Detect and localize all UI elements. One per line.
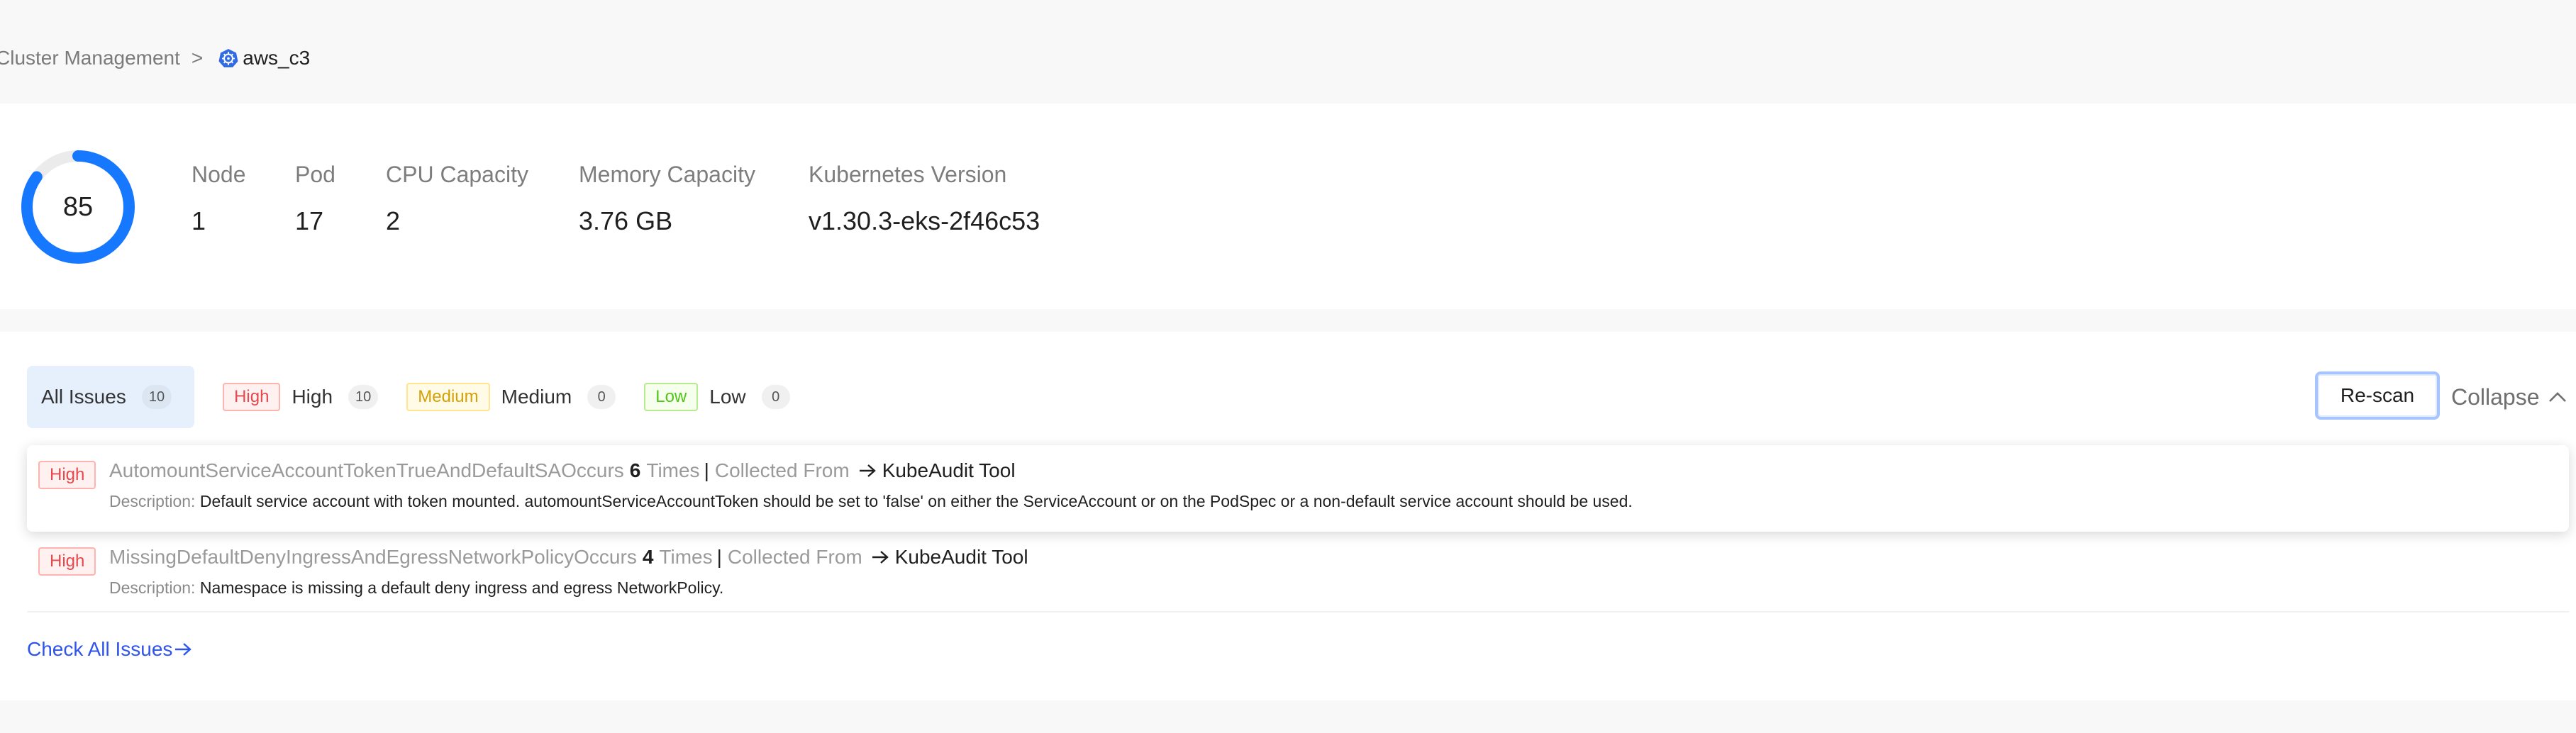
stat-value: v1.30.3-eks-2f46c53 [809,206,1040,235]
tab-medium[interactable]: Medium Medium 0 [406,383,616,411]
tab-label: All Issues [41,386,126,408]
issue-summary: MissingDefaultDenyIngressAndEgressNetwor… [109,546,1028,569]
issue-times-label: Times [659,546,713,568]
arrow-right-icon [175,643,192,656]
arrow-right-icon [872,551,889,564]
count-badge: 0 [761,385,790,409]
divider: | [716,546,722,568]
issue-name: MissingDefaultDenyIngressAndEgressNetwor… [109,546,574,568]
collector-tool-name: KubeAudit Tool [882,459,1016,481]
breadcrumb: Cluster Management > aws_c3 [0,43,310,74]
score-value: 85 [62,191,94,222]
collector-tool-name: KubeAudit Tool [894,546,1028,568]
severity-tag-high: High [38,461,96,489]
breadcrumb-parent[interactable]: Cluster Management [0,47,180,69]
severity-tag-low: Low [644,383,699,411]
stat-value: 1 [191,206,206,235]
check-all-issues-link[interactable]: Check All Issues [27,638,192,661]
issues-panel: All Issues 10 High High 10 Medium Medium… [0,332,2576,700]
issue-item[interactable]: High MissingDefaultDenyIngressAndEgressN… [27,542,2569,612]
tab-label: High [292,386,333,408]
issue-description: Description: Default service account wit… [109,492,1633,511]
collapse-label: Collapse [2451,384,2540,410]
arrow-right-icon [859,464,876,477]
collected-from-label: Collected From [727,546,862,568]
tab-label: Low [709,386,746,408]
stat-memory-capacity: Memory Capacity 3.76 GB [579,162,755,236]
tab-high[interactable]: High High 10 [223,383,379,411]
kubernetes-icon [218,49,238,67]
count-badge: 10 [348,385,379,409]
chevron-up-icon [2548,392,2566,402]
severity-tag-high: High [223,383,281,411]
issue-name: AutomountServiceAccountTokenTrueAndDefau… [109,459,562,481]
issue-description: Description: Namespace is missing a defa… [109,578,723,598]
issue-occurs-label: Occurs [574,546,637,568]
divider: | [704,459,709,481]
stat-label: Node [191,162,246,187]
stat-label: Kubernetes Version [809,162,1007,187]
severity-filter-tabs: All Issues 10 High High 10 Medium Medium… [27,366,790,428]
check-all-label: Check All Issues [27,638,173,660]
issue-times-label: Times [646,459,700,481]
description-text: Default service account with token mount… [199,492,1633,510]
description-label: Description: [109,578,196,597]
stat-node: Node 1 [191,162,246,236]
stat-pod: Pod 17 [295,162,335,236]
description-text: Namespace is missing a default deny ingr… [199,578,724,597]
stat-kubernetes-version: Kubernetes Version v1.30.3-eks-2f46c53 [809,162,1040,236]
stat-value: 3.76 GB [579,206,673,235]
stat-label: Pod [295,162,335,187]
issue-item[interactable]: High AutomountServiceAccountTokenTrueAnd… [27,445,2569,532]
count-badge: 0 [587,385,616,409]
severity-tag-medium: Medium [406,383,490,411]
stat-label: CPU Capacity [386,162,528,187]
collapse-toggle[interactable]: Collapse [2451,381,2567,413]
issue-occurs-label: Occurs [561,459,624,481]
issue-times-count: 6 [629,459,641,481]
stat-value: 2 [386,206,401,235]
issue-times-count: 4 [642,546,654,568]
stat-label: Memory Capacity [579,162,755,187]
stat-value: 17 [295,206,324,235]
tab-label: Medium [501,386,572,408]
breadcrumb-separator: > [191,47,204,69]
description-label: Description: [109,492,196,510]
collected-from-label: Collected From [714,459,850,481]
tab-all-issues[interactable]: All Issues 10 [27,366,195,428]
count-badge: 10 [141,385,172,409]
severity-tag-high: High [38,547,96,576]
breadcrumb-current: aws_c3 [243,47,311,69]
stat-cpu-capacity: CPU Capacity 2 [386,162,528,236]
tab-low[interactable]: Low Low 0 [644,383,790,411]
rescan-button[interactable]: Re-scan [2315,371,2440,420]
cluster-summary-panel: 85 Node 1 Pod 17 CPU Capacity 2 Memory C… [0,103,2576,309]
issue-summary: AutomountServiceAccountTokenTrueAndDefau… [109,459,1016,482]
